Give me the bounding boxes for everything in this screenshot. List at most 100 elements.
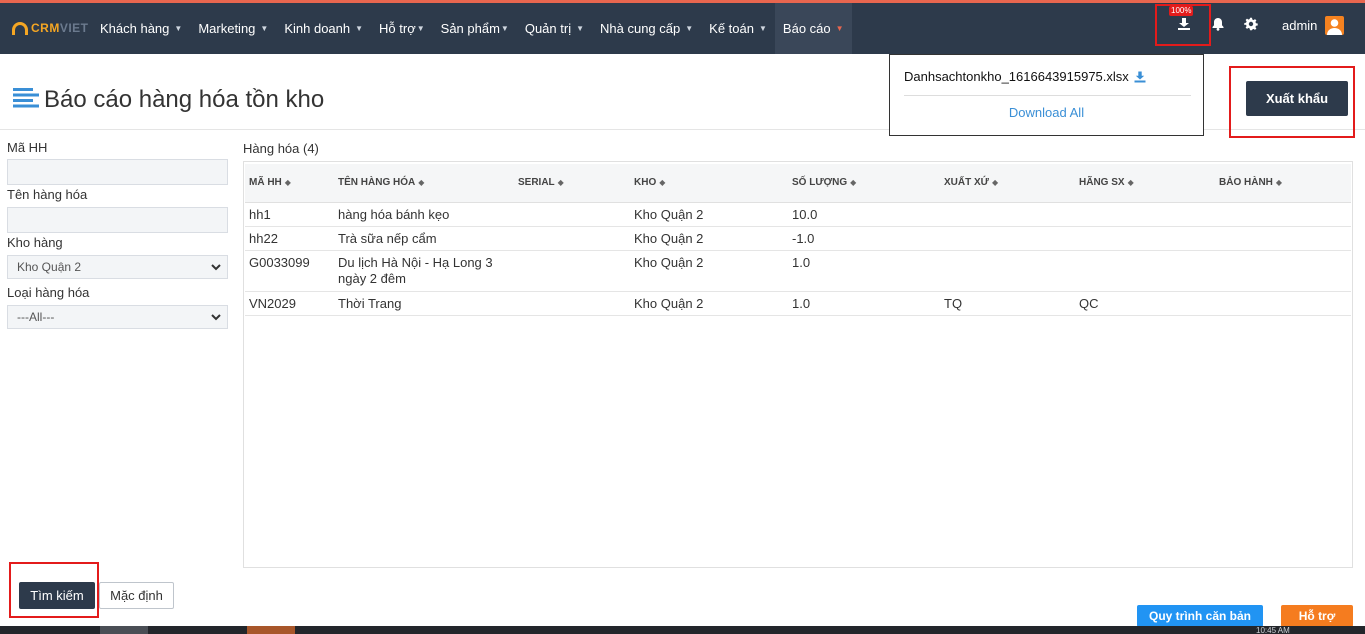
caret-down-icon: ▼ <box>759 24 767 33</box>
cell-name: Thời Trang <box>334 291 514 316</box>
cell-warranty <box>1215 250 1351 292</box>
nav-item-customers[interactable]: Khách hàng ▼ <box>92 3 190 54</box>
sort-icon: ◆ <box>418 178 425 188</box>
nav-item-suppliers[interactable]: Nhà cung cấp ▼ <box>592 3 701 54</box>
cell-quantity: 1.0 <box>788 291 940 316</box>
column-header-warehouse[interactable]: KHO ◆ <box>630 164 788 203</box>
chevron-down-icon <box>211 264 221 271</box>
caret-down-icon: ▼ <box>260 24 269 33</box>
avatar[interactable] <box>1325 16 1344 35</box>
export-button[interactable]: Xuất khẩu <box>1246 81 1348 116</box>
taskbar-clock: 10:45 AM <box>1256 627 1290 634</box>
table-header-row: MÃ HH ◆ TÊN HÀNG HÓA ◆ SERIAL ◆ KHO ◆ SỐ LƯỢ… <box>245 164 1351 203</box>
cell-manufacturer <box>1075 226 1215 251</box>
download-icon[interactable] <box>1134 71 1146 83</box>
cell-name: Du lịch Hà Nội - Hạ Long 3 ngày 2 đêm <box>334 250 514 292</box>
nav-item-marketing[interactable]: Marketing ▼ <box>190 3 276 54</box>
sort-icon: ◆ <box>1127 178 1134 188</box>
caret-down-icon: ▼ <box>355 24 364 33</box>
download-all-link[interactable]: Download All <box>890 105 1203 120</box>
divider <box>904 95 1191 96</box>
table-row[interactable]: hh22 Trà sữa nếp cẩm Kho Quận 2 -1.0 <box>245 226 1351 251</box>
basic-process-button[interactable]: Quy trình căn bản <box>1137 605 1263 627</box>
cell-manufacturer: QC <box>1075 291 1215 316</box>
nav-item-accounting[interactable]: Kế toán ▼ <box>701 3 775 54</box>
column-header-name[interactable]: TÊN HÀNG HÓA ◆ <box>334 164 514 203</box>
download-icon[interactable] <box>1177 17 1191 31</box>
caret-down-icon: ▼ <box>174 24 183 33</box>
sort-icon: ◆ <box>991 178 999 188</box>
taskbar-app-item[interactable] <box>247 626 295 634</box>
download-file-item[interactable]: Danhsachtonkho_1616643915975.xlsx <box>904 69 1146 84</box>
download-dropdown: Danhsachtonkho_1616643915975.xlsx Downlo… <box>889 54 1204 136</box>
user-avatar-icon <box>1327 19 1342 35</box>
product-type-select[interactable]: ---All--- <box>7 305 228 329</box>
nav-item-products[interactable]: Sản phẩm ▼ <box>433 3 517 54</box>
column-header-warranty[interactable]: BẢO HÀNH ◆ <box>1215 164 1351 203</box>
column-header-serial[interactable]: SERIAL ◆ <box>514 164 630 203</box>
logo-icon <box>12 21 28 35</box>
cell-code: hh22 <box>245 226 334 251</box>
caret-down-icon: ▼ <box>835 24 844 33</box>
cell-code: hh1 <box>245 202 334 227</box>
column-header-quantity[interactable]: SỐ LƯỢNG ◆ <box>788 164 940 203</box>
main-menu: Khách hàng ▼ Marketing ▼ Kinh doanh ▼ Hỗ tr… <box>92 3 852 54</box>
column-header-manufacturer[interactable]: HÃNG SX ◆ <box>1075 164 1215 203</box>
inventory-table-panel: MÃ HH ◆ TÊN HÀNG HÓA ◆ SERIAL ◆ KHO ◆ SỐ LƯỢ… <box>243 161 1353 568</box>
filter-warehouse-label: Kho hàng <box>7 235 63 250</box>
reset-button[interactable]: Mặc định <box>99 582 174 609</box>
cell-origin: TQ <box>940 291 1075 316</box>
product-name-input[interactable] <box>7 207 228 233</box>
gear-icon[interactable] <box>1244 17 1258 31</box>
table-row[interactable]: VN2029 Thời Trang Kho Quận 2 1.0 TQ QC <box>245 291 1351 316</box>
cell-code: G0033099 <box>245 250 334 292</box>
taskbar-app-item[interactable] <box>100 626 148 634</box>
filter-code-label: Mã HH <box>7 140 48 155</box>
os-taskbar <box>0 626 1365 634</box>
cell-name: Trà sữa nếp cẩm <box>334 226 514 251</box>
sort-icon: ◆ <box>557 178 564 188</box>
cell-manufacturer <box>1075 250 1215 292</box>
table-row[interactable]: G0033099 Du lịch Hà Nội - Hạ Long 3 ngày… <box>245 250 1351 292</box>
nav-item-support[interactable]: Hỗ trợ ▼ <box>371 3 433 54</box>
code-input[interactable] <box>7 159 228 185</box>
sort-icon: ◆ <box>1275 178 1283 188</box>
sort-icon: ◆ <box>659 178 666 188</box>
column-header-origin[interactable]: XUẤT XỨ ◆ <box>940 164 1075 203</box>
bell-icon[interactable] <box>1211 17 1225 31</box>
warehouse-select[interactable]: Kho Quận 2 <box>7 255 228 279</box>
column-header-code[interactable]: MÃ HH ◆ <box>245 164 334 203</box>
cell-quantity: -1.0 <box>788 226 940 251</box>
cell-origin <box>940 250 1075 292</box>
sort-icon: ◆ <box>850 178 857 188</box>
nav-item-admin[interactable]: Quản trị ▼ <box>517 3 592 54</box>
help-button[interactable]: Hỗ trợ <box>1281 605 1353 627</box>
cell-serial <box>514 226 630 251</box>
cell-warehouse: Kho Quận 2 <box>630 226 788 251</box>
list-icon <box>13 88 39 108</box>
cell-quantity: 10.0 <box>788 202 940 227</box>
download-file-name: Danhsachtonkho_1616643915975.xlsx <box>904 69 1129 84</box>
caret-down-icon: ▼ <box>416 24 425 33</box>
cell-serial <box>514 291 630 316</box>
caret-down-icon: ▼ <box>685 24 694 33</box>
nav-item-sales[interactable]: Kinh doanh ▼ <box>276 3 371 54</box>
search-button[interactable]: Tìm kiếm <box>19 582 95 609</box>
cell-warehouse: Kho Quận 2 <box>630 291 788 316</box>
cell-origin <box>940 202 1075 227</box>
cell-quantity: 1.0 <box>788 250 940 292</box>
cell-name: hàng hóa bánh kẹo <box>334 202 514 227</box>
inventory-table: MÃ HH ◆ TÊN HÀNG HÓA ◆ SERIAL ◆ KHO ◆ SỐ LƯỢ… <box>245 164 1351 316</box>
brand-logo[interactable]: CRMVIET <box>12 21 89 35</box>
cell-manufacturer <box>1075 202 1215 227</box>
logo-text-crm: CRM <box>31 21 60 35</box>
nav-item-reports[interactable]: Báo cáo ▼ <box>774 3 852 54</box>
filter-name-label: Tên hàng hóa <box>7 187 88 202</box>
logo-text-viet: VIET <box>59 21 89 35</box>
sort-icon: ◆ <box>284 178 291 188</box>
cell-warehouse: Kho Quận 2 <box>630 202 788 227</box>
product-type-select-value: ---All--- <box>17 310 55 324</box>
cell-warranty <box>1215 202 1351 227</box>
table-row[interactable]: hh1 hàng hóa bánh kẹo Kho Quận 2 10.0 <box>245 202 1351 227</box>
user-name[interactable]: admin <box>1282 18 1317 33</box>
